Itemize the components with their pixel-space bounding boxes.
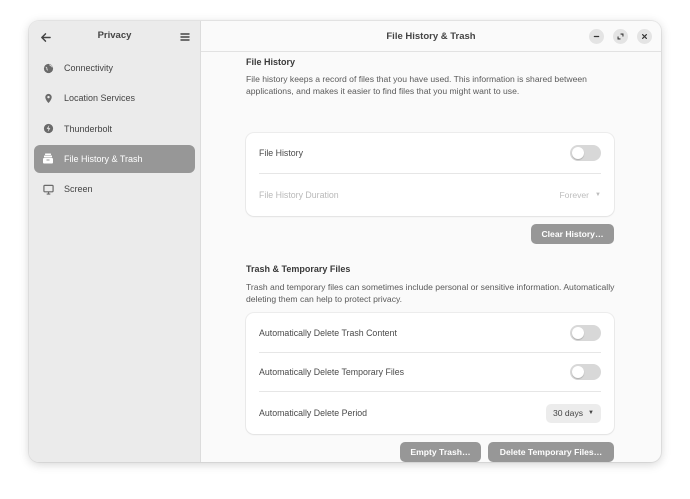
monitor-icon: [42, 183, 54, 195]
maximize-button[interactable]: [613, 29, 628, 44]
auto-delete-trash-label: Automatically Delete Trash Content: [259, 327, 397, 338]
file-history-card: File History File History Duration Forev…: [246, 133, 614, 216]
minimize-icon: [593, 35, 600, 38]
file-history-section-title: File History: [246, 57, 296, 67]
file-history-description: File history keeps a record of files tha…: [246, 74, 587, 96]
caret-down-icon: ▼: [588, 410, 594, 416]
settings-window: Privacy Connectivity Location Services T…: [29, 21, 661, 462]
file-history-row[interactable]: File History: [246, 133, 614, 173]
sidebar-item-label: File History & Trash: [64, 153, 143, 164]
file-history-icon: [42, 153, 54, 165]
auto-delete-period-dropdown[interactable]: 30 days ▼: [545, 403, 601, 423]
trash-description: Trash and temporary files can sometimes …: [246, 282, 615, 304]
sidebar-item-thunderbolt[interactable]: Thunderbolt: [34, 115, 195, 143]
sidebar: Privacy Connectivity Location Services T…: [29, 21, 201, 462]
sidebar-item-connectivity[interactable]: Connectivity: [34, 54, 195, 82]
sidebar-item-label: Thunderbolt: [64, 123, 113, 134]
sidebar-item-label: Screen: [64, 184, 93, 195]
location-pin-icon: [42, 92, 54, 104]
maximize-icon: [617, 33, 624, 40]
sidebar-item-screen[interactable]: Screen: [34, 175, 195, 203]
empty-trash-button[interactable]: Empty Trash…: [400, 442, 481, 462]
globe-icon: [42, 62, 54, 74]
delete-temporary-files-button[interactable]: Delete Temporary Files…: [488, 442, 614, 462]
header-bar: File History & Trash: [201, 21, 661, 52]
sidebar-item-location-services[interactable]: Location Services: [34, 84, 195, 112]
file-history-toggle-label: File History: [259, 148, 303, 158]
caret-down-icon: ▼: [595, 192, 601, 198]
dropdown-value: 30 days: [552, 408, 584, 418]
sidebar-item-label: Connectivity: [64, 63, 114, 73]
close-button[interactable]: [637, 29, 652, 44]
file-history-duration-row: File History Duration Forever ▼: [246, 174, 614, 216]
auto-delete-trash-toggle[interactable]: [570, 324, 601, 341]
hamburger-menu-icon: [180, 33, 190, 41]
menu-button[interactable]: [176, 28, 194, 46]
sidebar-header: Privacy: [29, 21, 200, 52]
sidebar-item-label: Location Services: [64, 93, 136, 104]
sidebar-title: Privacy: [97, 30, 132, 41]
auto-delete-period-label: Automatically Delete Period: [259, 408, 368, 418]
file-history-toggle[interactable]: [570, 145, 601, 161]
trash-section-title: Trash & Temporary Files: [246, 264, 351, 274]
clear-history-button[interactable]: Clear History…: [531, 224, 614, 244]
file-history-duration-label: File History Duration: [259, 190, 339, 200]
dropdown-value: Forever: [559, 190, 590, 200]
main-panel: File History & Trash File History File h…: [201, 21, 661, 462]
sidebar-list: Connectivity Location Services Thunderbo…: [34, 54, 195, 205]
auto-delete-temp-row[interactable]: Automatically Delete Temporary Files: [246, 353, 614, 391]
file-history-duration-dropdown[interactable]: Forever ▼: [559, 190, 601, 200]
auto-delete-temp-toggle[interactable]: [570, 364, 601, 380]
close-icon: [642, 34, 647, 39]
thunderbolt-icon: [42, 123, 54, 135]
trash-card: Automatically Delete Trash Content Autom…: [246, 313, 614, 434]
minimize-button[interactable]: [589, 29, 604, 44]
auto-delete-temp-label: Automatically Delete Temporary Files: [259, 367, 405, 377]
sidebar-item-file-history-trash[interactable]: File History & Trash: [34, 144, 195, 173]
auto-delete-period-row: Automatically Delete Period 30 days ▼: [246, 392, 614, 434]
auto-delete-trash-row[interactable]: Automatically Delete Trash Content: [246, 313, 614, 352]
